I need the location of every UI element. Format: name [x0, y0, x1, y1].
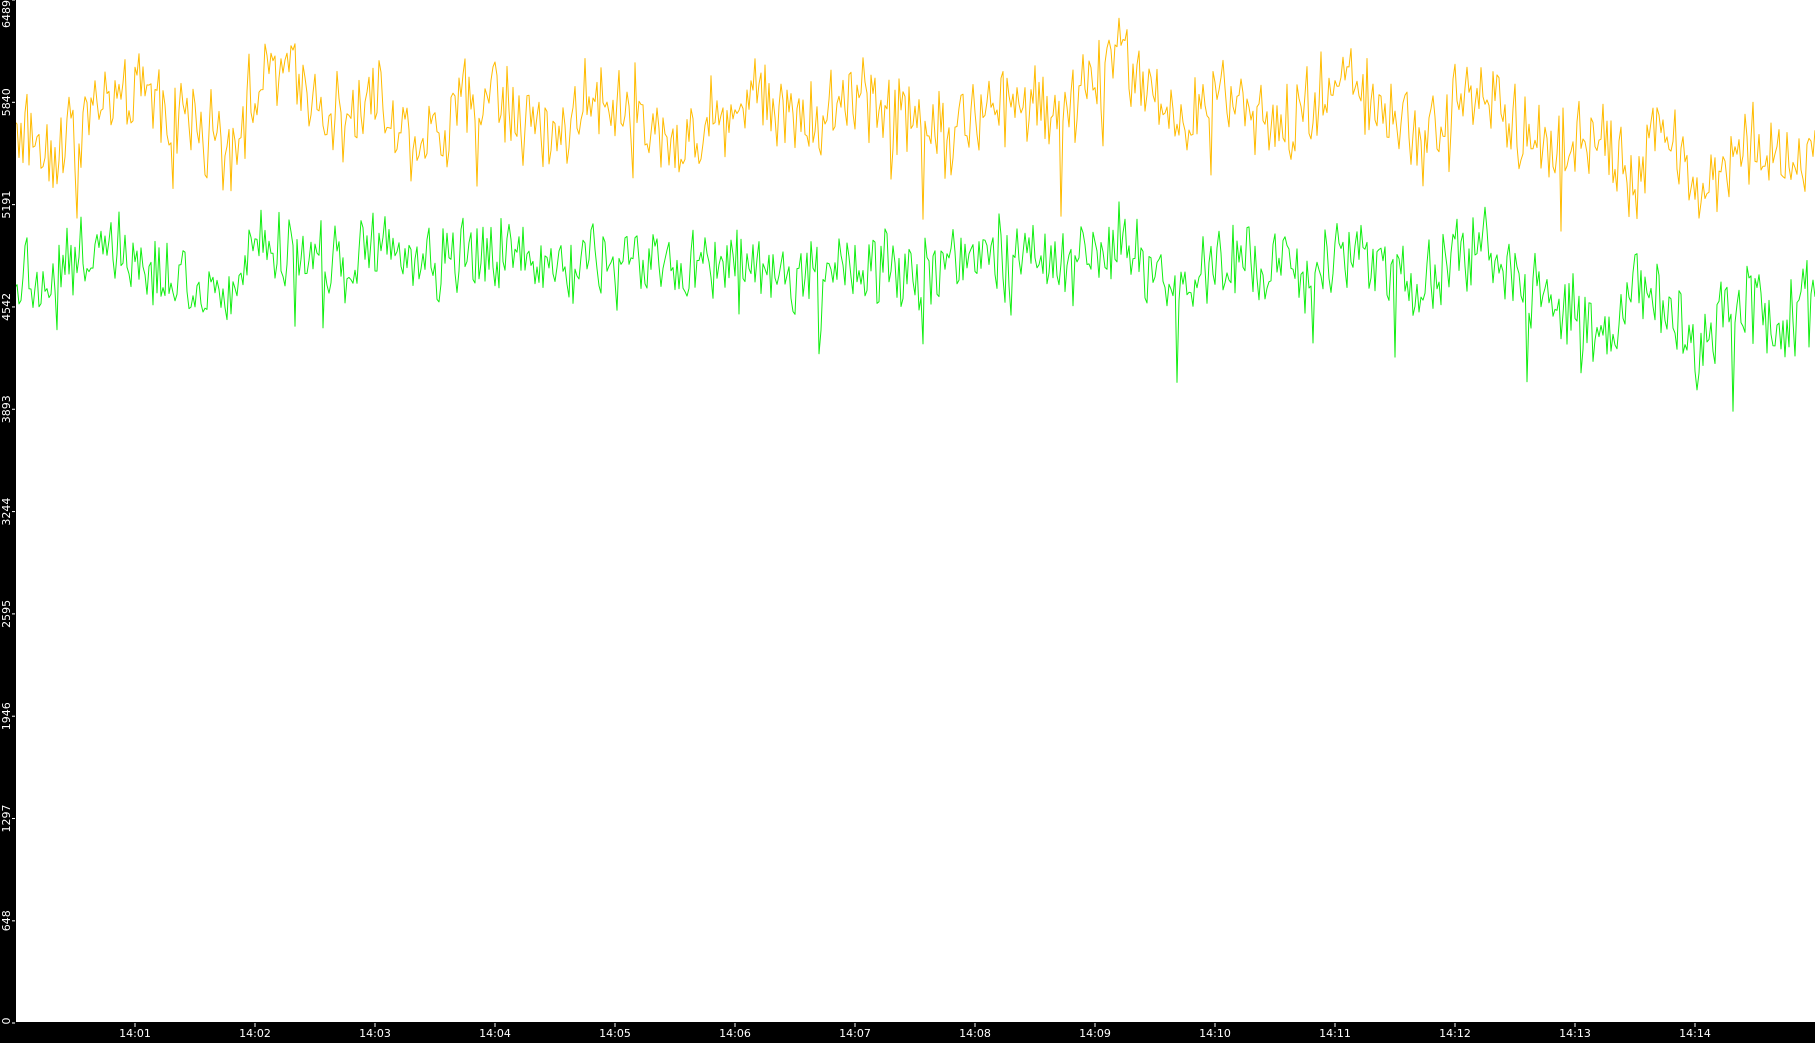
y-tick-label: 2595 — [0, 600, 13, 628]
x-tick-label: 14:03 — [359, 1027, 391, 1039]
y-tick-label: 0 — [0, 1018, 13, 1025]
x-tick-label: 14:01 — [119, 1027, 151, 1039]
x-tick-label: 14:12 — [1439, 1027, 1471, 1039]
y-tick-label: 1946 — [0, 702, 13, 730]
y-tick-label: 5191 — [0, 191, 13, 219]
y-tick-label: 5840 — [0, 88, 13, 116]
time-series-chart: 0 648 1297 1946 2595 3244 3893 4542 5191 5840 6489… — [0, 0, 1815, 1040]
y-tick-label: 1297 — [0, 805, 13, 833]
x-tick-label: 14:11 — [1319, 1027, 1351, 1039]
y-tick-label: 4542 — [0, 293, 13, 321]
y-tick-label: 6489 — [0, 0, 13, 28]
x-tick-label: 14:10 — [1199, 1027, 1231, 1039]
y-tick-label: 648 — [0, 910, 13, 931]
y-tick-label: 3893 — [0, 395, 13, 423]
x-tick-label: 14:14 — [1679, 1027, 1711, 1039]
x-tick-label: 14:04 — [479, 1027, 511, 1039]
x-tick-label: 14:13 — [1559, 1027, 1591, 1039]
x-tick-label: 14:09 — [1079, 1027, 1111, 1039]
x-tick-label: 14:08 — [959, 1027, 991, 1039]
x-tick-label: 14:06 — [719, 1027, 751, 1039]
y-tick-label: 3244 — [0, 498, 13, 526]
x-tick-label: 14:02 — [239, 1027, 271, 1039]
plot-area — [15, 0, 1815, 1023]
x-tick-label: 14:05 — [599, 1027, 631, 1039]
x-tick-label: 14:07 — [839, 1027, 871, 1039]
chart-container: 0 648 1297 1946 2595 3244 3893 4542 5191 5840 6489… — [0, 0, 1815, 1040]
